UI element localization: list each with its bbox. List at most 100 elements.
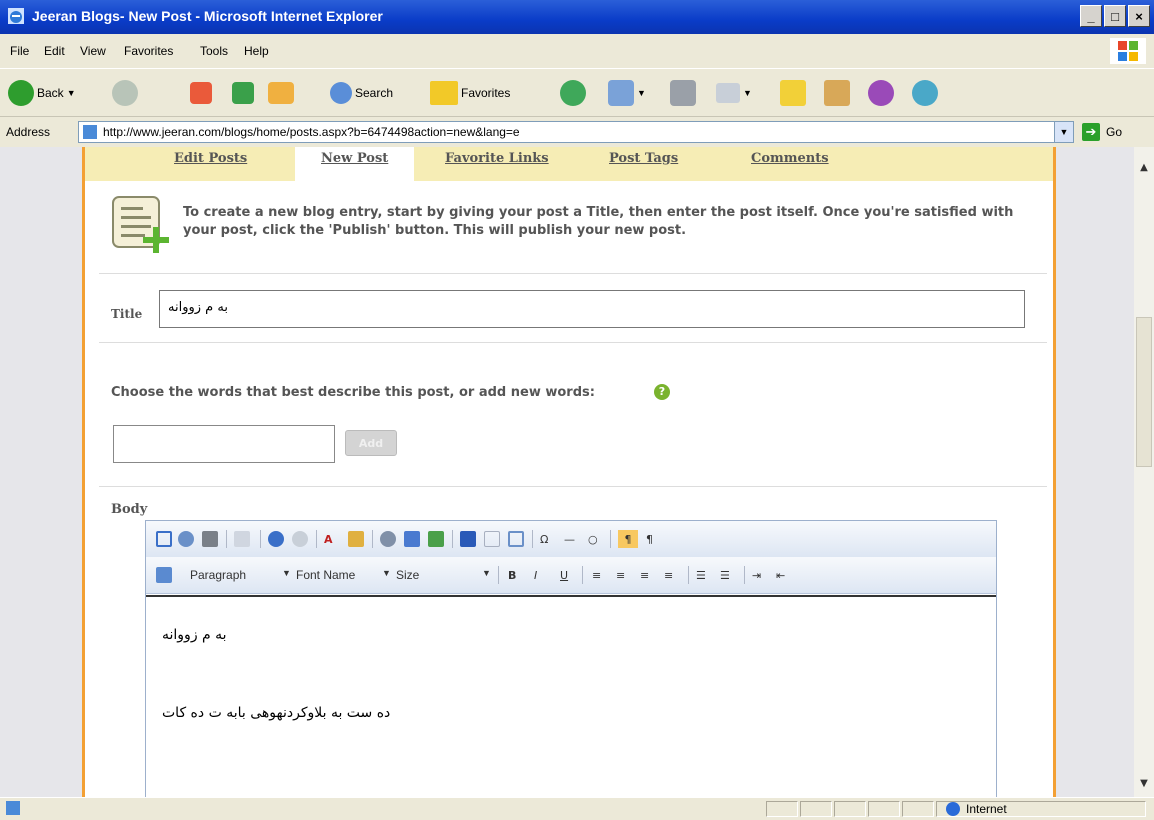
scrollbar-thumb[interactable] [1136,317,1152,467]
media-icon[interactable]: ○ [588,530,598,548]
browser-toolbar: Back ▼ Search Favorites ▼ ▼ [0,68,1154,117]
tab-comments[interactable]: Comments [751,151,829,166]
research-icon[interactable] [824,80,850,106]
internet-zone-icon [946,802,960,816]
size-select[interactable]: Size [396,568,419,582]
go-label[interactable]: Go [1106,125,1122,139]
outdent-icon[interactable]: ⇤ [776,566,785,584]
indent-icon[interactable]: ⇥ [752,566,761,584]
style-icon[interactable] [156,567,172,583]
search-button[interactable]: Search [355,86,393,100]
vertical-scrollbar[interactable]: ▲ ▼ [1134,147,1154,797]
messenger-icon[interactable] [868,80,894,106]
zone-label: Internet [966,802,1007,816]
new-post-icon [112,196,169,253]
editor-toolbar-top: A Ω — ○ ¶ ¶ [146,521,996,558]
search-icon[interactable] [330,82,352,104]
folder-icon[interactable] [780,80,806,106]
close-button[interactable]: × [1128,5,1150,27]
font-name-select[interactable]: Font Name [296,568,355,582]
back-arrow-icon[interactable] [8,80,34,106]
scroll-up-icon[interactable]: ▲ [1134,159,1154,177]
justify-icon[interactable]: ≡ [664,566,673,584]
add-tag-button[interactable]: Add [345,430,397,456]
special-char-icon[interactable]: Ω [540,530,548,548]
menu-file[interactable]: File [10,44,29,58]
divider [99,273,1047,274]
form-icon[interactable] [460,531,476,547]
size-dropdown-icon[interactable]: ▼ [482,568,491,578]
tab-new-post[interactable]: New Post [295,147,415,181]
instructions-text: To create a new blog entry, start by giv… [183,205,1014,238]
paragraph-select[interactable]: Paragraph [190,568,246,582]
table-icon[interactable] [508,531,524,547]
go-arrow-icon[interactable]: ➔ [1082,123,1100,141]
go-button[interactable]: ➔ Go [1082,123,1122,141]
menu-help[interactable]: Help [244,44,269,58]
mail-icon[interactable] [608,80,634,106]
align-left-icon[interactable]: ≡ [592,566,601,584]
image-icon[interactable] [428,531,444,547]
font-color-icon[interactable]: A [324,530,333,548]
editor-content[interactable]: به م زووانه ده ست به بلاوكردنهوهى بابه ت… [146,595,996,797]
highlight-icon[interactable] [348,531,364,547]
ordered-list-icon[interactable]: ☰ [696,566,706,584]
tab-post-tags[interactable]: Post Tags [609,151,678,166]
ltr-direction-icon[interactable]: ¶ [646,530,653,548]
tags-prompt: Choose the words that best describe this… [111,385,595,400]
refresh-icon[interactable] [232,82,254,104]
stop-icon[interactable] [190,82,212,104]
back-button[interactable]: Back [37,86,64,100]
paste-icon[interactable] [234,531,250,547]
menu-favorites[interactable]: Favorites [124,44,173,58]
align-right-icon[interactable]: ≡ [640,566,649,584]
undo-icon[interactable] [268,531,284,547]
favorites-star-icon[interactable] [430,81,458,105]
menu-edit[interactable]: Edit [44,44,65,58]
paragraph-dropdown-icon[interactable]: ▼ [282,568,291,578]
print-icon[interactable] [670,80,696,106]
scroll-down-icon[interactable]: ▼ [1134,775,1154,793]
help-icon[interactable]: ? [654,384,670,400]
address-label: Address [6,125,51,139]
minimize-button[interactable]: _ [1080,5,1102,27]
tab-favorite-links[interactable]: Favorite Links [445,151,549,166]
unordered-list-icon[interactable]: ☰ [720,566,730,584]
find-icon[interactable] [202,531,218,547]
divider [99,342,1047,343]
horizontal-rule-icon[interactable]: — [564,530,575,548]
maximize-button[interactable]: □ [1104,5,1126,27]
forward-arrow-icon[interactable] [112,80,138,106]
tab-edit-posts[interactable]: Edit Posts [174,151,247,166]
address-url[interactable]: http://www.jeeran.com/blogs/home/posts.a… [103,125,520,139]
users-icon[interactable] [912,80,938,106]
edit-page-icon[interactable] [716,83,740,103]
tags-input[interactable] [113,425,335,463]
align-center-icon[interactable]: ≡ [616,566,625,584]
windows-logo-icon [1110,38,1146,64]
new-document-icon[interactable] [156,531,172,547]
italic-button[interactable]: I [534,566,537,584]
font-dropdown-icon[interactable]: ▼ [382,568,391,578]
menu-tools[interactable]: Tools [200,44,228,58]
redo-icon[interactable] [292,531,308,547]
address-field[interactable]: http://www.jeeran.com/blogs/home/posts.a… [78,121,1074,143]
link-icon[interactable] [404,531,420,547]
status-bar: Internet [0,797,1154,820]
favorites-button[interactable]: Favorites [461,86,510,100]
rtl-direction-icon[interactable]: ¶ [618,530,638,548]
history-icon[interactable] [560,80,586,106]
body-label: Body [111,502,148,517]
edit-icon[interactable] [484,531,500,547]
anchor-icon[interactable] [380,531,396,547]
ie-icon [8,8,24,24]
bold-button[interactable]: B [508,566,516,584]
title-input[interactable]: به م زووانه [159,290,1025,328]
home-icon[interactable] [268,82,294,104]
back-dropdown-icon[interactable]: ▼ [67,88,76,98]
tab-bar: Edit Posts New Post Favorite Links Post … [85,147,1053,181]
underline-button[interactable]: U [560,566,568,584]
menu-view[interactable]: View [80,44,106,58]
address-dropdown-icon[interactable]: ▼ [1054,122,1073,142]
preview-icon[interactable] [178,531,194,547]
